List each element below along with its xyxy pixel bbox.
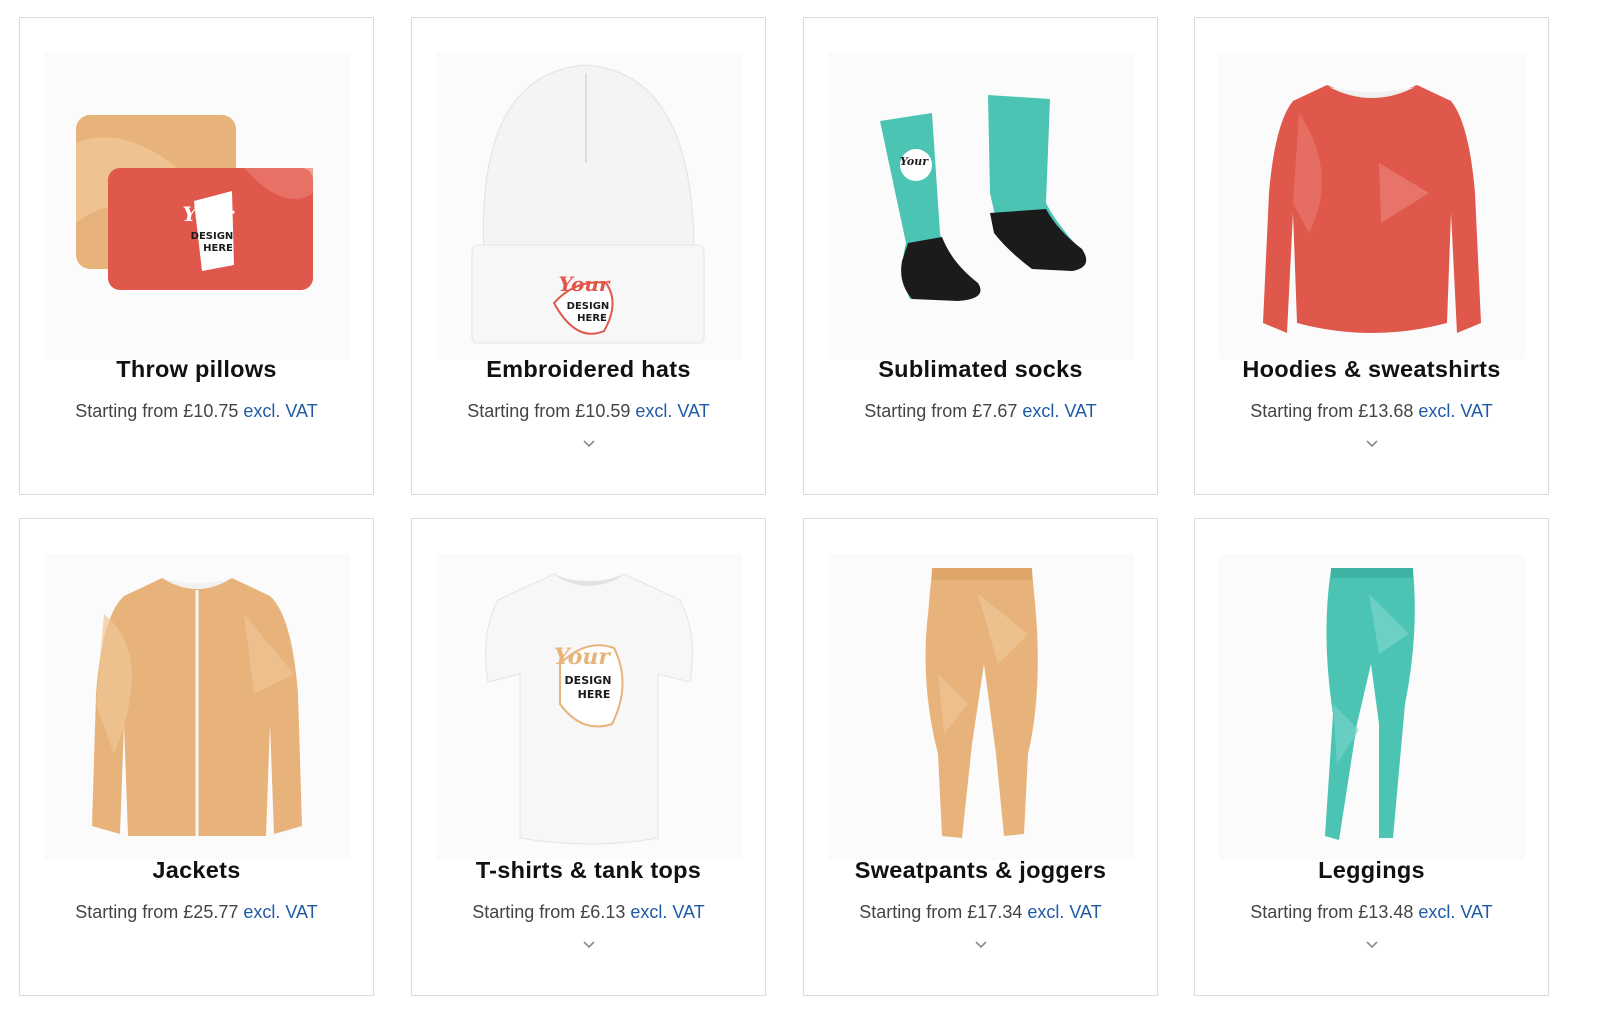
vat-link[interactable]: excl. VAT <box>1418 902 1492 922</box>
product-title[interactable]: Hoodies & sweatshirts <box>1195 356 1548 383</box>
mockup-text-your: Your <box>183 202 235 226</box>
product-price: Starting from £6.13 excl. VAT <box>412 902 765 923</box>
tshirt-icon: Your DESIGN HERE <box>436 554 742 860</box>
product-price: Starting from £17.34 excl. VAT <box>804 902 1157 923</box>
vat-link[interactable]: excl. VAT <box>635 401 709 421</box>
product-price: Starting from £13.68 excl. VAT <box>1195 401 1548 422</box>
product-price: Starting from £25.77 excl. VAT <box>20 902 373 923</box>
price-text: Starting from £17.34 <box>859 902 1023 922</box>
price-text: Starting from £10.75 <box>75 401 239 421</box>
price-text: Starting from £10.59 <box>467 401 631 421</box>
product-price: Starting from £7.67 excl. VAT <box>804 401 1157 422</box>
price-text: Starting from £7.67 <box>864 401 1018 421</box>
product-card-leggings[interactable]: Leggings Starting from £13.48 excl. VAT <box>1194 518 1549 996</box>
product-price: Starting from £10.59 excl. VAT <box>412 401 765 422</box>
mockup-text-here: HERE <box>577 313 607 324</box>
vat-link[interactable]: excl. VAT <box>1418 401 1492 421</box>
mockup-text-design: DESIGN <box>565 674 612 687</box>
mockup-text-your: Your <box>900 155 929 168</box>
mockup-text-here: HERE <box>578 688 611 701</box>
vat-link[interactable]: excl. VAT <box>243 902 317 922</box>
price-text: Starting from £25.77 <box>75 902 239 922</box>
leggings-icon <box>1219 554 1525 860</box>
vat-link[interactable]: excl. VAT <box>243 401 317 421</box>
price-text: Starting from £6.13 <box>472 902 626 922</box>
product-title[interactable]: Throw pillows <box>20 356 373 383</box>
socks-icon: Your <box>828 53 1134 359</box>
chevron-down-icon[interactable] <box>581 438 597 450</box>
chevron-down-icon[interactable] <box>973 939 989 951</box>
product-title[interactable]: Embroidered hats <box>412 356 765 383</box>
product-card-tshirts-tank-tops[interactable]: Your DESIGN HERE T-shirts & tank tops St… <box>411 518 766 996</box>
vat-link[interactable]: excl. VAT <box>630 902 704 922</box>
product-price: Starting from £13.48 excl. VAT <box>1195 902 1548 923</box>
product-title[interactable]: T-shirts & tank tops <box>412 857 765 884</box>
price-text: Starting from £13.48 <box>1250 902 1414 922</box>
mockup-text-your: Your <box>554 644 611 670</box>
product-title[interactable]: Jackets <box>20 857 373 884</box>
vat-link[interactable]: excl. VAT <box>1022 401 1096 421</box>
jacket-icon <box>44 554 350 860</box>
chevron-down-icon[interactable] <box>1364 438 1380 450</box>
product-card-embroidered-hats[interactable]: Your DESIGN HERE Embroidered hats Starti… <box>411 17 766 495</box>
chevron-down-icon[interactable] <box>1364 939 1380 951</box>
beanie-icon: Your DESIGN HERE <box>436 53 742 359</box>
product-grid: Your DESIGN HERE Throw pillows Starting … <box>0 0 1600 1028</box>
product-title[interactable]: Leggings <box>1195 857 1548 884</box>
chevron-down-icon[interactable] <box>581 939 597 951</box>
product-card-sweatpants-joggers[interactable]: Sweatpants & joggers Starting from £17.3… <box>803 518 1158 996</box>
mockup-text-design: DESIGN <box>567 301 610 312</box>
product-price: Starting from £10.75 excl. VAT <box>20 401 373 422</box>
product-title[interactable]: Sublimated socks <box>804 356 1157 383</box>
vat-link[interactable]: excl. VAT <box>1027 902 1101 922</box>
mockup-text-your: Your <box>559 272 611 296</box>
product-card-jackets[interactable]: Jackets Starting from £25.77 excl. VAT <box>19 518 374 996</box>
sweatshirt-icon <box>1219 53 1525 359</box>
product-title[interactable]: Sweatpants & joggers <box>804 857 1157 884</box>
pillow-icon: Your DESIGN HERE <box>44 53 350 359</box>
joggers-icon <box>828 554 1134 860</box>
product-card-hoodies-sweatshirts[interactable]: Hoodies & sweatshirts Starting from £13.… <box>1194 17 1549 495</box>
price-text: Starting from £13.68 <box>1250 401 1414 421</box>
product-card-sublimated-socks[interactable]: Your Sublimated socks Starting from £7.6… <box>803 17 1158 495</box>
mockup-text-design: DESIGN <box>191 231 234 242</box>
mockup-text-here: HERE <box>203 243 233 254</box>
product-card-throw-pillows[interactable]: Your DESIGN HERE Throw pillows Starting … <box>19 17 374 495</box>
